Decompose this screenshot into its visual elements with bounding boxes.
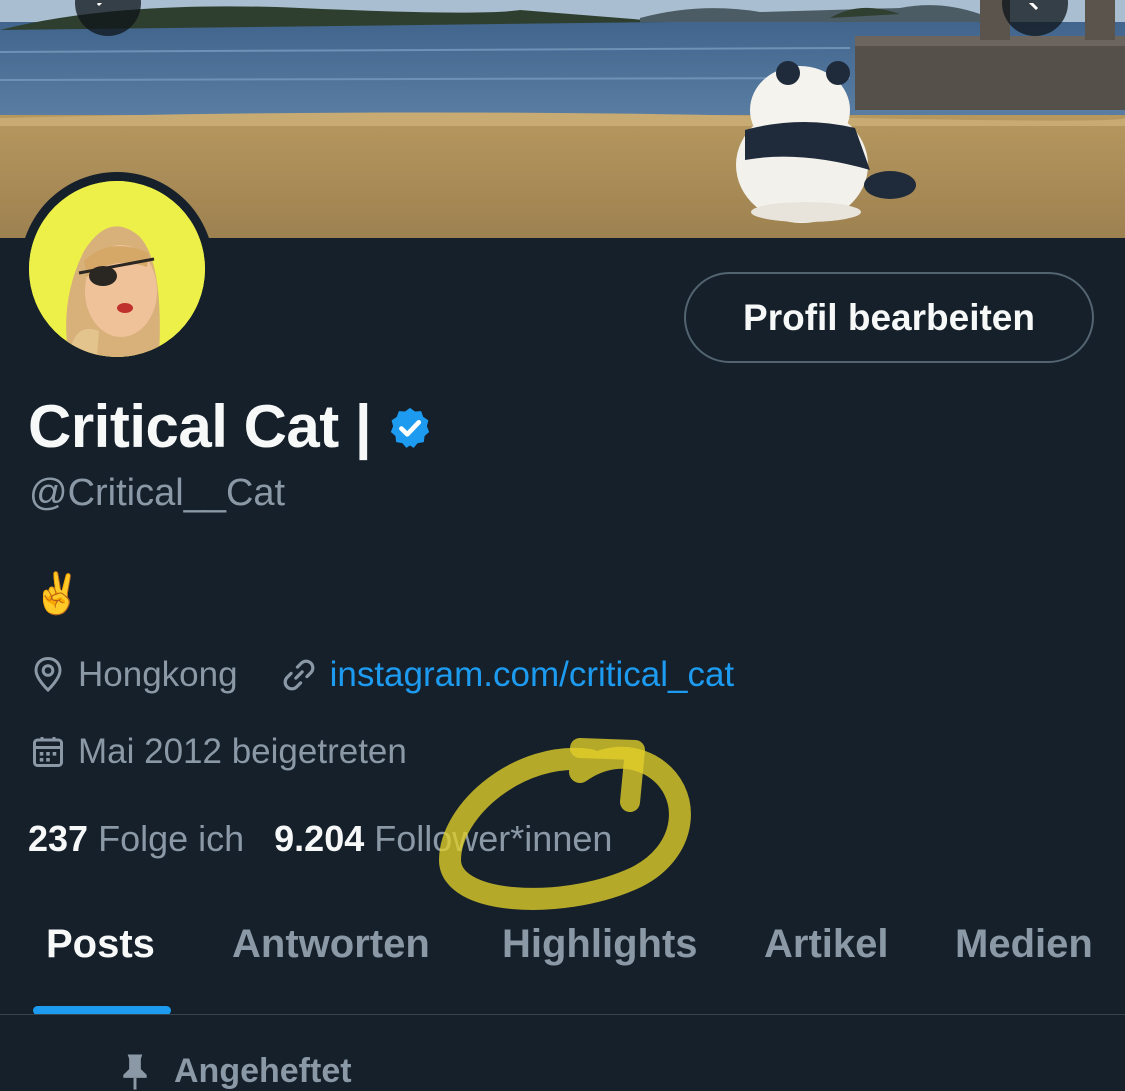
search-icon (1028, 3, 1039, 11)
website-link[interactable]: instagram.com/critical_cat (330, 655, 735, 695)
avatar-image (29, 181, 205, 357)
avatar[interactable] (20, 172, 214, 366)
profile-tabs: Posts Antworten Highlights Artikel Medie… (0, 900, 1125, 1015)
verified-badge-icon[interactable] (387, 405, 433, 451)
location-text: Hongkong (78, 655, 238, 694)
tabs-divider (0, 1014, 1125, 1015)
location-pin-icon (34, 656, 62, 693)
followers-link[interactable]: 9.204 Follower*innen (274, 818, 612, 860)
display-name: Critical Cat | (28, 392, 372, 460)
link-icon (283, 659, 314, 691)
pinned-header: Angeheftet (120, 1052, 352, 1091)
following-label: Folge ich (98, 818, 245, 859)
calendar-icon (33, 737, 63, 767)
bio-text: ✌️ (32, 572, 82, 616)
following-link[interactable]: 237 Folge ich (28, 818, 244, 860)
following-count: 237 (28, 818, 89, 859)
pin-icon (123, 1053, 147, 1090)
follow-stats: 237 Folge ich 9.204 Follower*innen (28, 818, 642, 860)
user-handle: @Critical__Cat (29, 472, 286, 514)
profile-meta-row: Hongkong instagram.com/critical_cat (30, 655, 734, 695)
joined-row: Mai 2012 beigetreten (30, 732, 407, 772)
tab-artikel[interactable]: Artikel (764, 922, 889, 967)
joined-date: Mai 2012 beigetreten (78, 732, 407, 771)
pinned-label: Angeheftet (174, 1052, 352, 1090)
tab-posts[interactable]: Posts (46, 922, 155, 967)
followers-count: 9.204 (274, 818, 365, 859)
arrow-left-icon (96, 3, 103, 7)
tab-highlights[interactable]: Highlights (502, 922, 698, 967)
followers-label: Follower*innen (374, 818, 613, 859)
display-name-row: Critical Cat | (28, 390, 433, 462)
tab-medien[interactable]: Medien (955, 922, 1093, 967)
tab-antworten[interactable]: Antworten (232, 922, 430, 967)
edit-profile-button[interactable]: Profil bearbeiten (684, 272, 1094, 363)
